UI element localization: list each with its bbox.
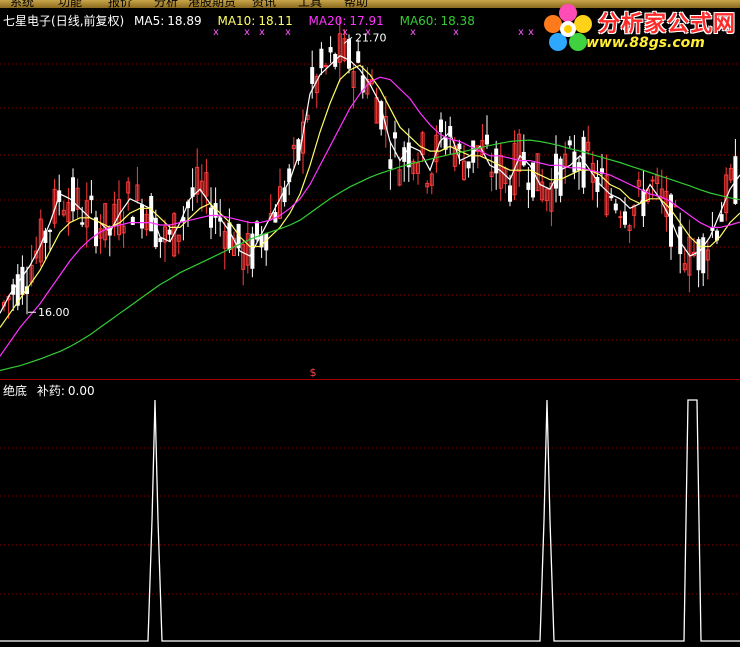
indicator-value: 0.00 — [67, 384, 95, 398]
ma60-label: MA60: — [399, 14, 438, 28]
menu-item[interactable]: 报价 — [108, 0, 132, 8]
menu-item[interactable]: 分析 — [154, 0, 178, 8]
candle-body — [94, 217, 98, 247]
candle-body — [457, 143, 462, 150]
menu-item[interactable]: 工具 — [298, 0, 322, 8]
candles — [2, 17, 738, 319]
indicator-chart-panel[interactable] — [0, 380, 740, 647]
candle-body — [719, 214, 724, 222]
low-price-label: 16.00 — [38, 306, 70, 319]
logo-title: 分析家公式网 — [598, 12, 737, 37]
high-price-label: 21.70 — [355, 31, 387, 44]
menu-item[interactable]: 功能 — [58, 0, 82, 8]
candle-body — [388, 159, 393, 169]
ma10-label: MA10: — [217, 14, 256, 28]
candle-body — [48, 229, 52, 232]
menu-item[interactable]: 系统 — [10, 0, 34, 8]
candle-body — [701, 237, 706, 274]
ma5-value: 18.89 — [167, 14, 202, 28]
ma20-legend: MA20: 17.91 — [309, 14, 390, 28]
candle-body — [439, 119, 443, 133]
signal-marker: x — [518, 27, 524, 38]
candle-body — [80, 222, 85, 225]
candle-body — [209, 207, 213, 228]
candle-body — [89, 195, 94, 201]
candle-body — [20, 266, 25, 295]
ma10-value: 18.11 — [258, 14, 293, 28]
ma20-value: 17.91 — [349, 14, 384, 28]
stock-name: 七星电子 — [3, 14, 52, 28]
price-chart-panel[interactable]: x x x x x x x x x x21.7016.00$ — [0, 8, 740, 380]
candle-body — [623, 211, 627, 225]
chart-window: 系统 功能 报价 分析 港股期货 资讯 工具 帮助 x x x x x x x x x x 21.70 16.00 $… — [0, 0, 740, 647]
indicator-series-label: 补药: — [36, 384, 65, 398]
ma-line-ma10 — [0, 64, 740, 328]
candle-body — [554, 153, 558, 189]
logo-url[interactable]: www.88gs.com — [586, 35, 705, 51]
dollar-marker: $ — [310, 366, 317, 379]
candle-body — [158, 237, 163, 243]
ma60-legend: MA60: 18.38 — [400, 14, 481, 28]
candle-body — [130, 216, 135, 225]
candle-body — [466, 161, 471, 169]
ma60-value: 18.38 — [440, 14, 475, 28]
candle-body — [167, 229, 172, 235]
ma5-legend: MA5: 18.89 — [134, 14, 208, 28]
candle-body — [558, 158, 563, 196]
site-logo: 分析家公式网 www.88gs.com — [540, 2, 736, 54]
candle-body — [508, 185, 512, 202]
candle-body — [650, 179, 655, 182]
ma-line-ma20 — [0, 76, 740, 357]
candle-body — [319, 48, 324, 69]
candle-body — [324, 65, 328, 68]
indicator-name: 绝底 — [3, 384, 28, 398]
price-legend: 七星电子(日线,前复权) MA5: 18.89 MA10: 18.11 MA20: 1… — [3, 12, 487, 29]
indicator-legend: 绝底 补药: 0.00 — [3, 382, 101, 399]
candle-body — [567, 140, 572, 146]
menu-item[interactable]: 帮助 — [344, 0, 368, 8]
candle-body — [526, 182, 531, 190]
period-label: (日线,前复权) — [51, 14, 125, 28]
ma5-label: MA5: — [134, 14, 165, 28]
candle-body — [328, 47, 333, 53]
candle-body — [613, 203, 618, 211]
candle-body — [609, 195, 614, 199]
candle-body — [618, 216, 623, 219]
candle-body — [227, 222, 232, 250]
menu-item[interactable]: 港股期货 — [188, 0, 236, 8]
indicator-line — [0, 399, 740, 642]
candle-body — [393, 132, 397, 139]
candle-body — [356, 51, 361, 63]
menu-item[interactable]: 资讯 — [252, 0, 276, 8]
ma-line-ma60 — [0, 139, 740, 372]
candle-body — [71, 177, 75, 212]
ma10-legend: MA10: 18.11 — [217, 14, 298, 28]
candle-body — [577, 162, 581, 171]
candle-body — [347, 39, 351, 69]
candle-body — [485, 134, 489, 145]
signal-marker: x — [528, 27, 534, 38]
candle-body — [310, 67, 315, 84]
ma20-label: MA20: — [308, 14, 347, 28]
